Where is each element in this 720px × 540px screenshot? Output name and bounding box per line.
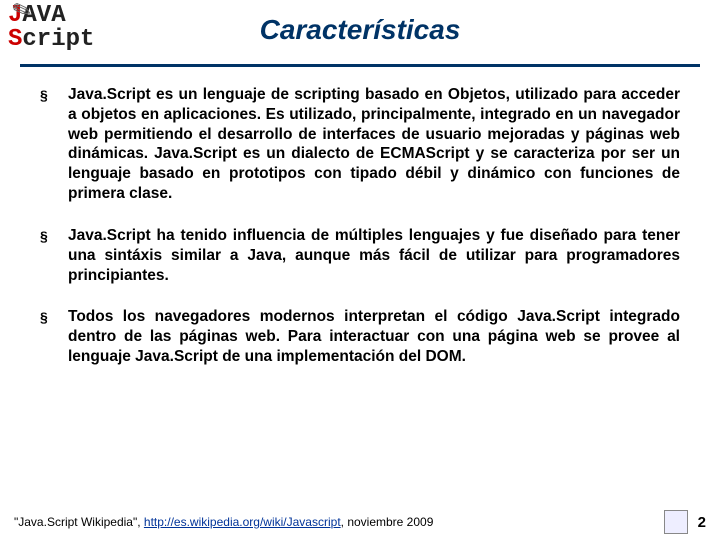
list-item-text: Java.Script es un lenguaje de scripting … — [68, 85, 680, 204]
logo-part: cript — [22, 26, 94, 53]
list-item-text: Java.Script ha tenido influencia de múlt… — [68, 226, 680, 285]
citation-prefix: "Java.Script Wikipedia", — [14, 515, 144, 529]
list-item: § Java.Script ha tenido influencia de mú… — [40, 226, 680, 285]
javascript-logo: ✎ JAVA Script — [8, 4, 94, 52]
citation: "Java.Script Wikipedia", http://es.wikip… — [14, 515, 433, 529]
logo-part: S — [8, 26, 22, 53]
list-item: § Todos los navegadores modernos interpr… — [40, 307, 680, 366]
bullet-icon: § — [40, 85, 68, 204]
slide-body: § Java.Script es un lenguaje de scriptin… — [0, 67, 720, 367]
citation-link[interactable]: http://es.wikipedia.org/wiki/Javascript — [144, 515, 341, 529]
bullet-icon: § — [40, 226, 68, 285]
page-number: 2 — [698, 514, 706, 531]
list-item: § Java.Script es un lenguaje de scriptin… — [40, 85, 680, 204]
footer-right: 2 — [664, 510, 706, 534]
footer-badge-icon — [664, 510, 688, 534]
slide-footer: "Java.Script Wikipedia", http://es.wikip… — [0, 510, 720, 534]
bullet-icon: § — [40, 307, 68, 366]
slide-header: ✎ JAVA Script Características — [0, 0, 720, 62]
list-item-text: Todos los navegadores modernos interpret… — [68, 307, 680, 366]
slide-title: Características — [0, 0, 720, 46]
citation-suffix: , noviembre 2009 — [341, 515, 434, 529]
